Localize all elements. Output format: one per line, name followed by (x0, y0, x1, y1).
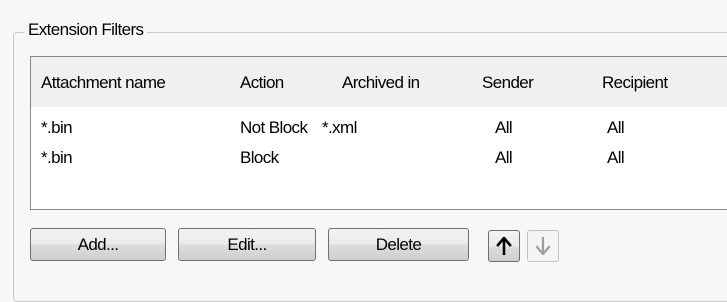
group-title: Extension Filters (24, 20, 148, 40)
add-button[interactable]: Add... (30, 228, 166, 261)
column-header-action[interactable]: Action (240, 73, 284, 93)
cell-sender: All (495, 118, 513, 137)
cell-attachment-name: *.bin (41, 118, 73, 137)
table-row[interactable]: *.bin Not Block *.xml All All (31, 118, 727, 148)
cell-action: Not Block (240, 118, 308, 137)
table-row[interactable]: *.bin Block All All (31, 148, 727, 178)
column-header-attachment-name[interactable]: Attachment name (41, 73, 166, 93)
list-header: Attachment name Action Archived in Sende… (31, 57, 727, 107)
move-down-button[interactable] (527, 230, 559, 262)
column-header-archived-in[interactable]: Archived in (342, 73, 420, 93)
cell-attachment-name: *.bin (41, 148, 73, 167)
arrow-down-icon (535, 237, 551, 255)
move-up-button[interactable] (488, 230, 520, 262)
delete-button[interactable]: Delete (328, 228, 469, 261)
cell-recipient: All (607, 148, 625, 167)
arrow-up-icon (496, 237, 512, 255)
cell-recipient: All (607, 118, 625, 137)
extension-filters-list[interactable]: Attachment name Action Archived in Sende… (30, 56, 727, 210)
cell-sender: All (495, 148, 513, 167)
column-header-recipient[interactable]: Recipient (602, 73, 668, 93)
column-header-sender[interactable]: Sender (482, 73, 534, 93)
button-bar: Add... Edit... Delete (0, 226, 727, 266)
edit-button[interactable]: Edit... (178, 228, 316, 261)
cell-action: Block (240, 148, 279, 167)
cell-archived-in: *.xml (322, 118, 357, 137)
